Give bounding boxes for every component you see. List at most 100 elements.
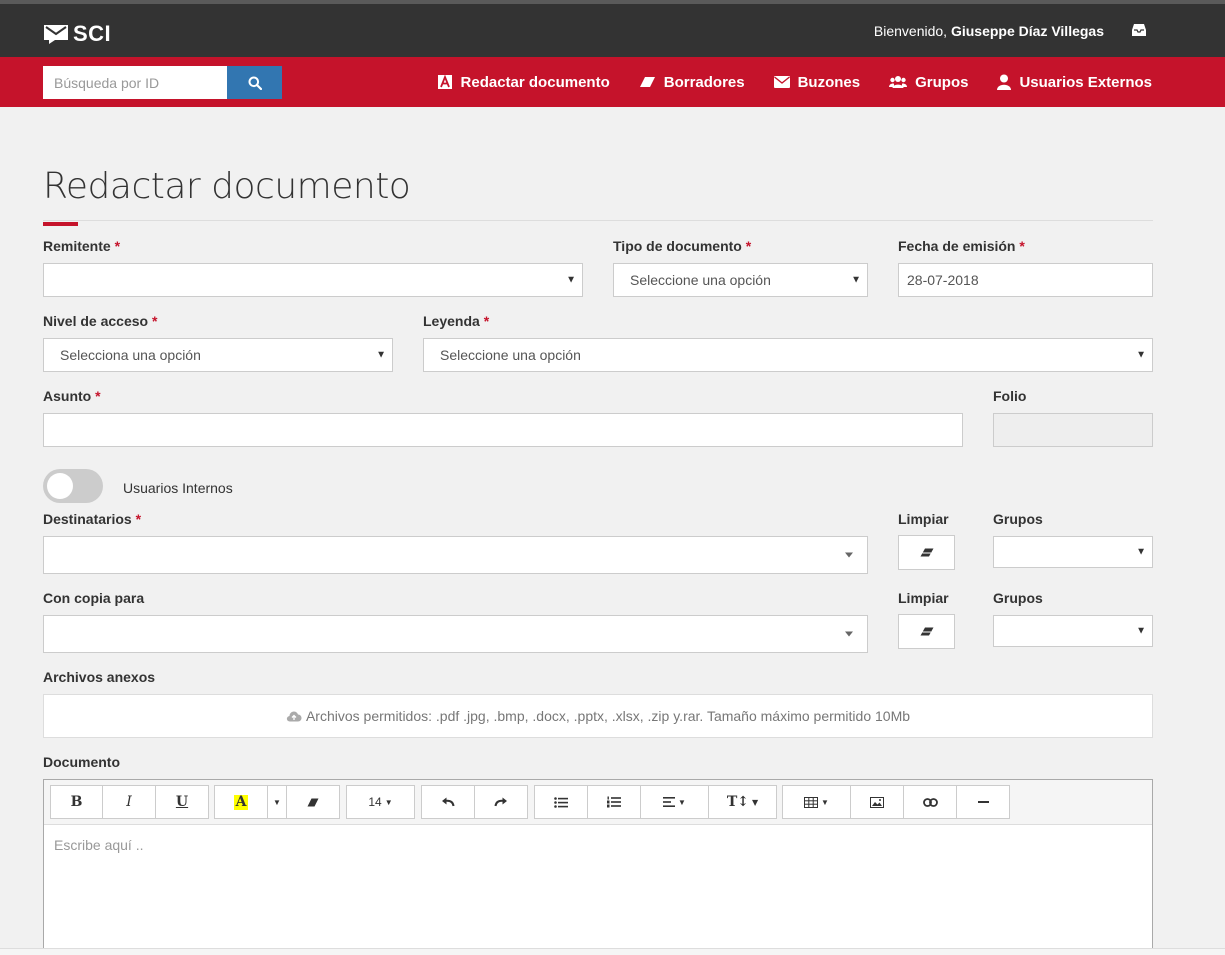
search-icon bbox=[248, 76, 262, 90]
image-icon bbox=[870, 796, 884, 808]
caret-down-icon: ▼ bbox=[1136, 349, 1146, 361]
caret-down-icon: ▼ bbox=[1136, 546, 1146, 558]
access-level-select[interactable]: Selecciona una opción ▼ bbox=[43, 338, 393, 372]
underline-button[interactable]: U bbox=[155, 785, 209, 819]
cc-clear-label: Limpiar bbox=[898, 590, 949, 606]
app-logo[interactable]: SCI bbox=[43, 21, 111, 47]
insert-image-button[interactable] bbox=[850, 785, 904, 819]
doc-type-select[interactable]: Seleccione una opción ▼ bbox=[613, 263, 868, 297]
highlight-button[interactable]: A bbox=[214, 785, 268, 819]
inbox-icon[interactable] bbox=[1131, 23, 1147, 37]
page-title: Redactar documento bbox=[43, 166, 411, 207]
nav-menu: Redactar documento Borradores Buzones Gr… bbox=[408, 57, 1152, 107]
top-bar: SCI Bienvenido, Giuseppe Díaz Villegas bbox=[0, 0, 1225, 57]
title-divider bbox=[43, 220, 1153, 221]
nav-compose-label: Redactar documento bbox=[460, 73, 610, 91]
nav-drafts[interactable]: Borradores bbox=[639, 74, 745, 91]
caret-down-icon: ▼ bbox=[566, 274, 576, 286]
welcome-prefix: Bienvenido, bbox=[873, 23, 951, 39]
caret-down-icon: ▼ bbox=[273, 797, 281, 807]
undo-icon bbox=[442, 797, 455, 807]
align-dropdown[interactable]: ▼ bbox=[640, 785, 709, 819]
legend-select[interactable]: Seleccione una opción ▼ bbox=[423, 338, 1153, 372]
nav-external-users[interactable]: Usuarios Externos bbox=[997, 74, 1152, 91]
minus-icon bbox=[977, 801, 989, 803]
text-size-dropdown[interactable]: T↕ ▼ bbox=[708, 785, 777, 819]
logo-text: SCI bbox=[73, 21, 112, 46]
cc-groups-select[interactable]: ▼ bbox=[993, 615, 1153, 647]
recipients-select[interactable] bbox=[43, 536, 868, 574]
clear-format-button[interactable] bbox=[286, 785, 340, 819]
caret-down-icon: ▼ bbox=[384, 797, 393, 807]
caret-down-icon bbox=[845, 631, 853, 637]
undo-button[interactable] bbox=[421, 785, 475, 819]
bold-button[interactable]: B bbox=[50, 785, 103, 819]
editor-toolbar: B I U A ▼ 14 ▼ ▼ T↕ ▼ ▼ bbox=[44, 780, 1152, 825]
nav-groups[interactable]: Grupos bbox=[889, 74, 968, 91]
toggle-knob bbox=[47, 473, 73, 499]
cloud-upload-icon bbox=[286, 711, 302, 721]
document-editor: B I U A ▼ 14 ▼ ▼ T↕ ▼ ▼ Escribe aquí .. bbox=[43, 779, 1153, 955]
eraser-icon bbox=[307, 798, 319, 806]
title-accent-bar bbox=[43, 222, 78, 226]
user-name[interactable]: Giuseppe Díaz Villegas bbox=[951, 23, 1104, 39]
main-nav-bar: Búsqueda por ID Redactar documento Borra… bbox=[0, 57, 1225, 107]
numbered-list-button[interactable] bbox=[587, 785, 641, 819]
caret-down-icon: ▼ bbox=[1136, 625, 1146, 637]
cc-groups-label: Grupos bbox=[993, 590, 1043, 606]
eraser-icon bbox=[920, 548, 933, 557]
horizontal-rule-button[interactable] bbox=[956, 785, 1010, 819]
caret-down-icon: ▼ bbox=[821, 797, 829, 807]
highlight-icon: A bbox=[233, 793, 249, 810]
italic-button[interactable]: I bbox=[102, 785, 156, 819]
subject-label: Asunto * bbox=[43, 388, 101, 404]
caret-down-icon: ▼ bbox=[752, 797, 759, 807]
search-button[interactable] bbox=[227, 66, 282, 99]
envelope-logo-icon bbox=[44, 25, 68, 44]
users-icon bbox=[889, 76, 908, 88]
font-size-select[interactable]: 14 ▼ bbox=[346, 785, 415, 819]
issue-date-input[interactable]: 28-07-2018 bbox=[898, 263, 1153, 297]
nav-drafts-label: Borradores bbox=[663, 73, 745, 91]
recipients-groups-select[interactable]: ▼ bbox=[993, 536, 1153, 568]
caret-down-icon bbox=[845, 552, 853, 558]
recipients-clear-label: Limpiar bbox=[898, 511, 949, 527]
eraser-icon bbox=[639, 77, 655, 87]
compose-icon bbox=[437, 74, 452, 89]
sender-label: Remitente * bbox=[43, 238, 121, 254]
nav-mailboxes[interactable]: Buzones bbox=[773, 73, 861, 91]
caret-down-icon: ▼ bbox=[851, 274, 861, 286]
caret-down-icon: ▼ bbox=[376, 349, 386, 361]
redo-icon bbox=[494, 797, 507, 807]
subject-input[interactable] bbox=[43, 413, 963, 447]
nav-compose[interactable]: Redactar documento bbox=[437, 74, 610, 91]
eraser-icon bbox=[920, 627, 933, 636]
document-label: Documento bbox=[43, 754, 120, 770]
bullet-list-icon bbox=[554, 796, 568, 808]
welcome-message: Bienvenido, Giuseppe Díaz Villegas bbox=[874, 23, 1104, 39]
cc-select[interactable] bbox=[43, 615, 868, 653]
text-height-icon: T↕ bbox=[726, 794, 749, 810]
cc-clear-button[interactable] bbox=[898, 614, 955, 649]
sender-select[interactable]: ▼ bbox=[43, 263, 583, 297]
bullet-list-button[interactable] bbox=[534, 785, 588, 819]
insert-link-button[interactable] bbox=[903, 785, 957, 819]
folio-label: Folio bbox=[993, 388, 1027, 404]
page-bottom-edge bbox=[0, 948, 1225, 955]
issue-date-label: Fecha de emisión * bbox=[898, 238, 1025, 254]
nav-mailboxes-label: Buzones bbox=[797, 73, 861, 91]
table-dropdown[interactable]: ▼ bbox=[782, 785, 851, 819]
editor-placeholder[interactable]: Escribe aquí .. bbox=[54, 837, 144, 853]
redo-button[interactable] bbox=[474, 785, 528, 819]
search-input[interactable]: Búsqueda por ID bbox=[43, 66, 227, 99]
attachments-dropzone[interactable]: Archivos permitidos: .pdf .jpg, .bmp, .d… bbox=[43, 694, 1153, 738]
access-level-label: Nivel de acceso * bbox=[43, 313, 158, 329]
recipients-clear-button[interactable] bbox=[898, 535, 955, 570]
nav-external-users-label: Usuarios Externos bbox=[1019, 73, 1152, 91]
attachments-label: Archivos anexos bbox=[43, 669, 156, 685]
highlight-dropdown[interactable]: ▼ bbox=[267, 785, 287, 819]
link-icon bbox=[922, 797, 938, 807]
align-left-icon bbox=[663, 797, 676, 807]
internal-users-toggle[interactable] bbox=[43, 469, 103, 503]
table-icon bbox=[804, 796, 819, 808]
